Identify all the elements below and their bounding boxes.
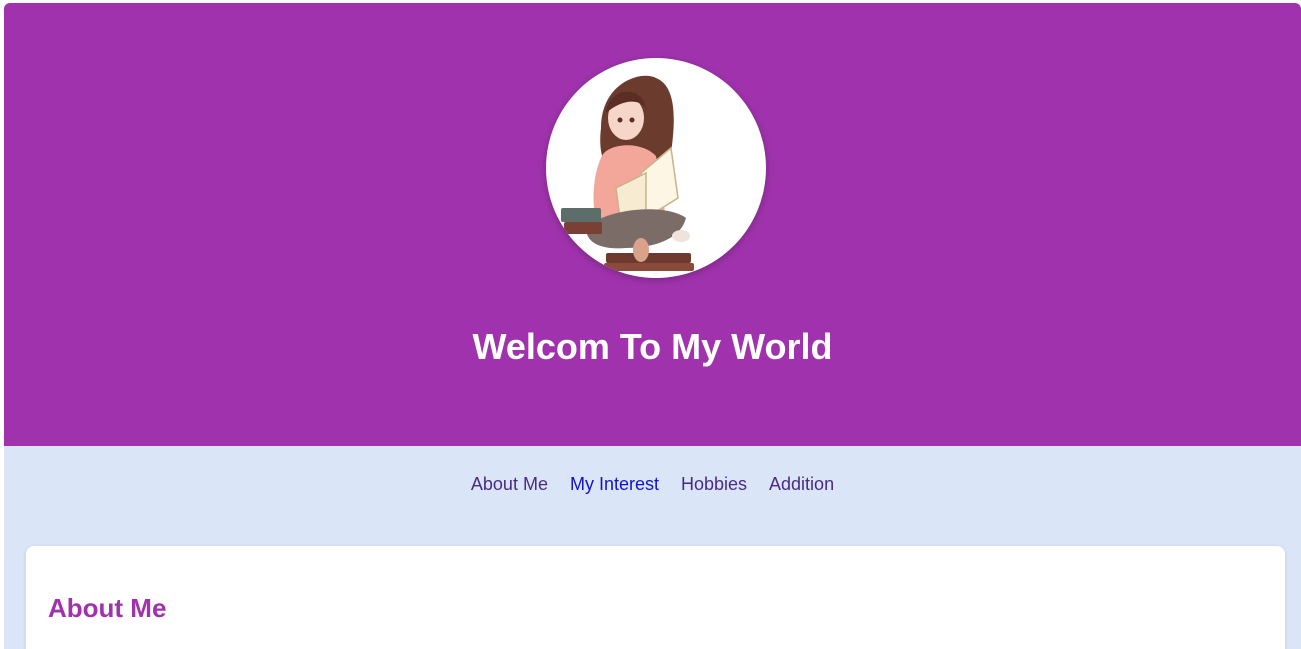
nav-link-addition[interactable]: Addition: [769, 471, 834, 497]
about-me-heading: About Me: [48, 593, 167, 623]
about-me-card: About Me: [26, 546, 1285, 649]
nav-link-my-interest[interactable]: My Interest: [570, 471, 659, 497]
nav-link-about-me[interactable]: About Me: [471, 471, 548, 497]
page: Welcom To My World About Me My Interest …: [4, 3, 1301, 649]
nav-link-hobbies[interactable]: Hobbies: [681, 471, 747, 497]
main-nav: About Me My Interest Hobbies Addition: [4, 471, 1301, 497]
girl-reading-book-icon: [561, 75, 694, 271]
hero-banner: Welcom To My World: [4, 3, 1301, 446]
profile-avatar: [546, 58, 766, 278]
hero-title: Welcom To My World: [472, 326, 833, 367]
